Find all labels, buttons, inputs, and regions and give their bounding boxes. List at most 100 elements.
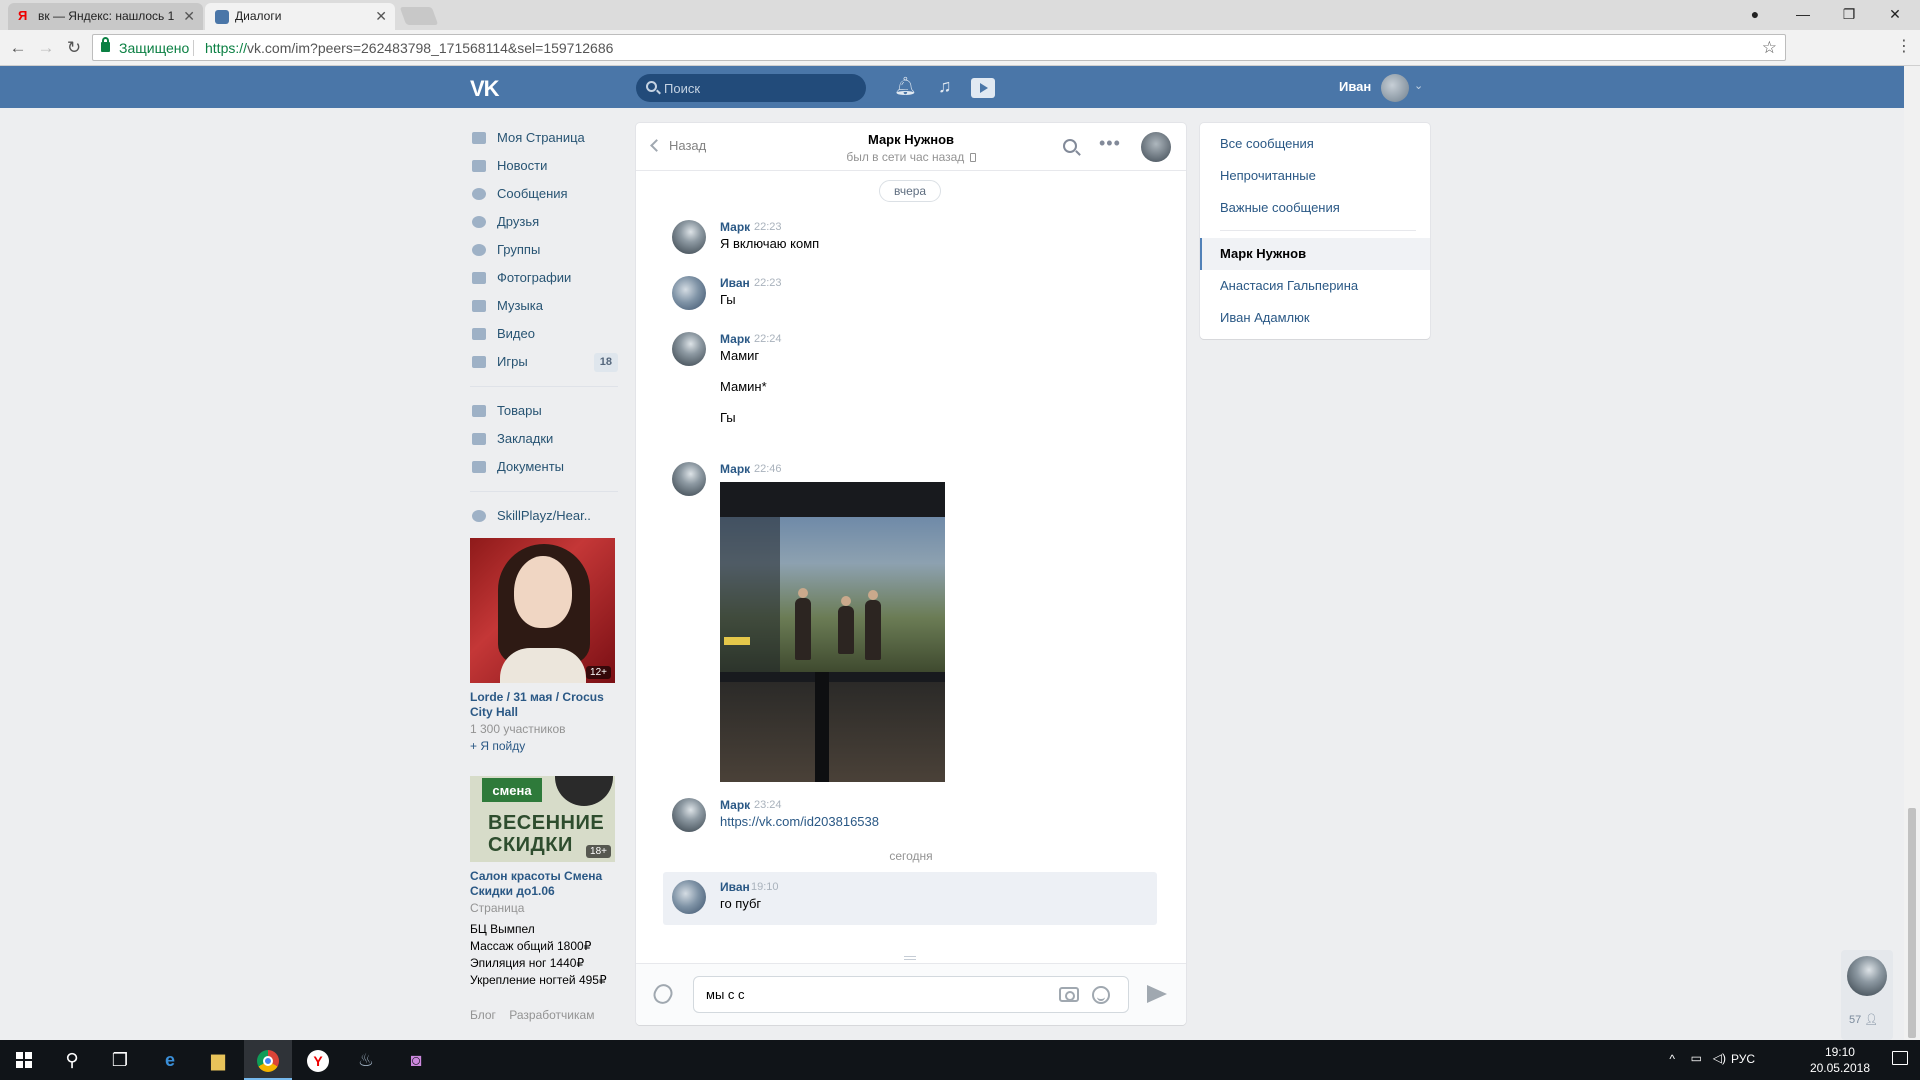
task-view-icon[interactable]: ❐ [96,1040,144,1080]
search-box[interactable] [636,74,866,102]
camera-icon[interactable] [1059,987,1079,1002]
omnibox[interactable]: Защищено https://vk.com/im?peers=2624837… [92,34,1786,61]
peer-item[interactable]: Иван Адамлюк [1200,302,1430,334]
resize-grip[interactable] [904,956,916,960]
message-author[interactable]: Марк [720,462,750,476]
start-button[interactable] [0,1040,48,1080]
peer-item[interactable]: Анастасия Гальперина [1200,270,1430,302]
nav-item-photos[interactable]: Фотографии [470,264,620,292]
ad-title[interactable]: Салон красоты Смена Скидки до1.06 [470,869,620,899]
avatar[interactable] [672,220,706,254]
profile-icon[interactable]: ● [1732,0,1778,30]
file-explorer-icon[interactable]: ▆ [194,1040,242,1080]
avatar[interactable] [1381,74,1409,102]
more-icon[interactable]: ••• [1099,133,1121,154]
nav-item-goods[interactable]: Товары [470,397,620,425]
message-author[interactable]: Марк [720,332,750,346]
nav-item-groups[interactable]: Группы [470,236,620,264]
music-note-icon[interactable]: ♫ [938,76,952,97]
steam-icon[interactable]: ♨ [342,1040,390,1080]
search-icon[interactable]: ⚲ [48,1040,96,1080]
scrollbar-thumb[interactable] [1908,808,1916,1038]
volume-icon[interactable]: ◁) [1713,1051,1726,1065]
notification-center-icon[interactable] [1892,1051,1908,1065]
edge-icon[interactable]: e [146,1040,194,1080]
message-author[interactable]: Марк [720,220,750,234]
ad-image[interactable]: 12+ [470,538,615,683]
message-time[interactable]: 19:10 [751,881,779,893]
filter-all-messages[interactable]: Все сообщения [1200,128,1430,160]
message-time[interactable]: 22:23 [754,221,782,233]
nav-item-messages[interactable]: Сообщения [470,180,620,208]
send-icon[interactable] [1147,985,1167,1003]
avatar[interactable] [1847,956,1887,996]
restore-icon[interactable]: ❐ [1826,0,1872,30]
app-icon[interactable]: ◙ [392,1040,440,1080]
ad-block-lorde[interactable]: 12+ Lorde / 31 мая / Crocus City Hall 1 … [470,538,620,754]
bell-icon[interactable]: 🔔︎ [894,76,917,97]
message-author[interactable]: Иван [720,880,750,894]
avatar[interactable] [672,880,706,914]
nav-item-news[interactable]: Новости [470,152,620,180]
url-text[interactable]: https://vk.com/im?peers=262483798_171568… [205,40,613,56]
footer-link-developers[interactable]: Разработчикам [509,1008,594,1022]
language-indicator[interactable]: РУС [1731,1052,1755,1066]
nav-item-video[interactable]: Видео [470,320,620,348]
emoji-icon[interactable] [1092,986,1110,1004]
ad-image[interactable]: смена ВЕСЕННИЕ СКИДКИ 18+ [470,776,615,862]
filter-unread[interactable]: Непрочитанные [1200,160,1430,192]
message-link[interactable]: https://vk.com/id203816538 [720,814,879,829]
message-input[interactable] [706,977,1036,1012]
vk-logo[interactable]: VK [470,76,500,102]
chat-contact-avatar[interactable] [1141,132,1171,162]
chevron-down-icon[interactable]: ⌄ [1414,79,1423,92]
search-icon[interactable] [1063,139,1077,153]
message-author[interactable]: Иван [720,276,750,290]
ad-block-salon[interactable]: смена ВЕСЕННИЕ СКИДКИ 18+ Салон красоты … [470,776,620,988]
close-tab-icon[interactable]: ✕ [375,3,387,30]
message-time[interactable]: 22:23 [754,277,782,289]
ad-title[interactable]: Lorde / 31 мая / Crocus City Hall [470,690,620,720]
search-input[interactable] [664,74,854,102]
page-scrollbar[interactable] [1904,66,1920,1040]
nav-item-bookmarks[interactable]: Закладки [470,425,620,453]
avatar[interactable] [672,332,706,366]
message-input-box[interactable] [693,976,1129,1013]
nav-item-documents[interactable]: Документы [470,453,620,481]
close-tab-icon[interactable]: ✕ [183,3,195,30]
chrome-icon[interactable] [244,1040,292,1080]
minimize-icon[interactable]: — [1780,0,1826,30]
tab-dialogs[interactable]: Диалоги ✕ [205,3,395,30]
avatar[interactable] [672,798,706,832]
message-time[interactable]: 22:46 [754,463,782,475]
back-arrow-icon[interactable]: ← [6,36,30,60]
avatar[interactable] [672,462,706,496]
nav-item-games[interactable]: Игры 18 [470,348,620,376]
browser-menu-icon[interactable]: ⋮ [1896,36,1912,56]
avatar[interactable] [672,276,706,310]
message-time[interactable]: 22:24 [754,333,782,345]
forward-arrow-icon[interactable]: → [34,36,58,60]
play-icon[interactable] [971,78,995,98]
reload-icon[interactable]: ↻ [62,36,86,60]
bookmark-star-icon[interactable]: ☆ [1762,38,1777,58]
mini-chat-widget[interactable]: 57 👤︎ [1841,950,1893,1040]
new-tab-button[interactable] [399,7,439,25]
network-icon[interactable]: ▭ [1691,1051,1702,1065]
message-time[interactable]: 23:24 [754,799,782,811]
filter-important[interactable]: Важные сообщения [1200,192,1430,224]
nav-item-friends[interactable]: Друзья [470,208,620,236]
header-user-name[interactable]: Иван [1339,79,1371,94]
close-window-icon[interactable]: ✕ [1872,0,1918,30]
tab-yandex-search[interactable]: Я вк — Яндекс: нашлось 1 ✕ [8,3,203,30]
message-author[interactable]: Марк [720,798,750,812]
nav-item-group-skillplayz[interactable]: SkillPlayz/Hear.. [470,502,620,530]
nav-item-music[interactable]: Музыка [470,292,620,320]
peer-item-selected[interactable]: Марк Нужнов [1200,238,1430,270]
ad-action-link[interactable]: + Я пойду [470,739,620,754]
footer-link-blog[interactable]: Блог [470,1008,496,1022]
photo-attachment[interactable] [720,482,945,782]
yandex-browser-icon[interactable]: Y [294,1040,342,1080]
nav-item-my-page[interactable]: Моя Страница [470,124,620,152]
paperclip-icon[interactable] [650,980,676,1008]
